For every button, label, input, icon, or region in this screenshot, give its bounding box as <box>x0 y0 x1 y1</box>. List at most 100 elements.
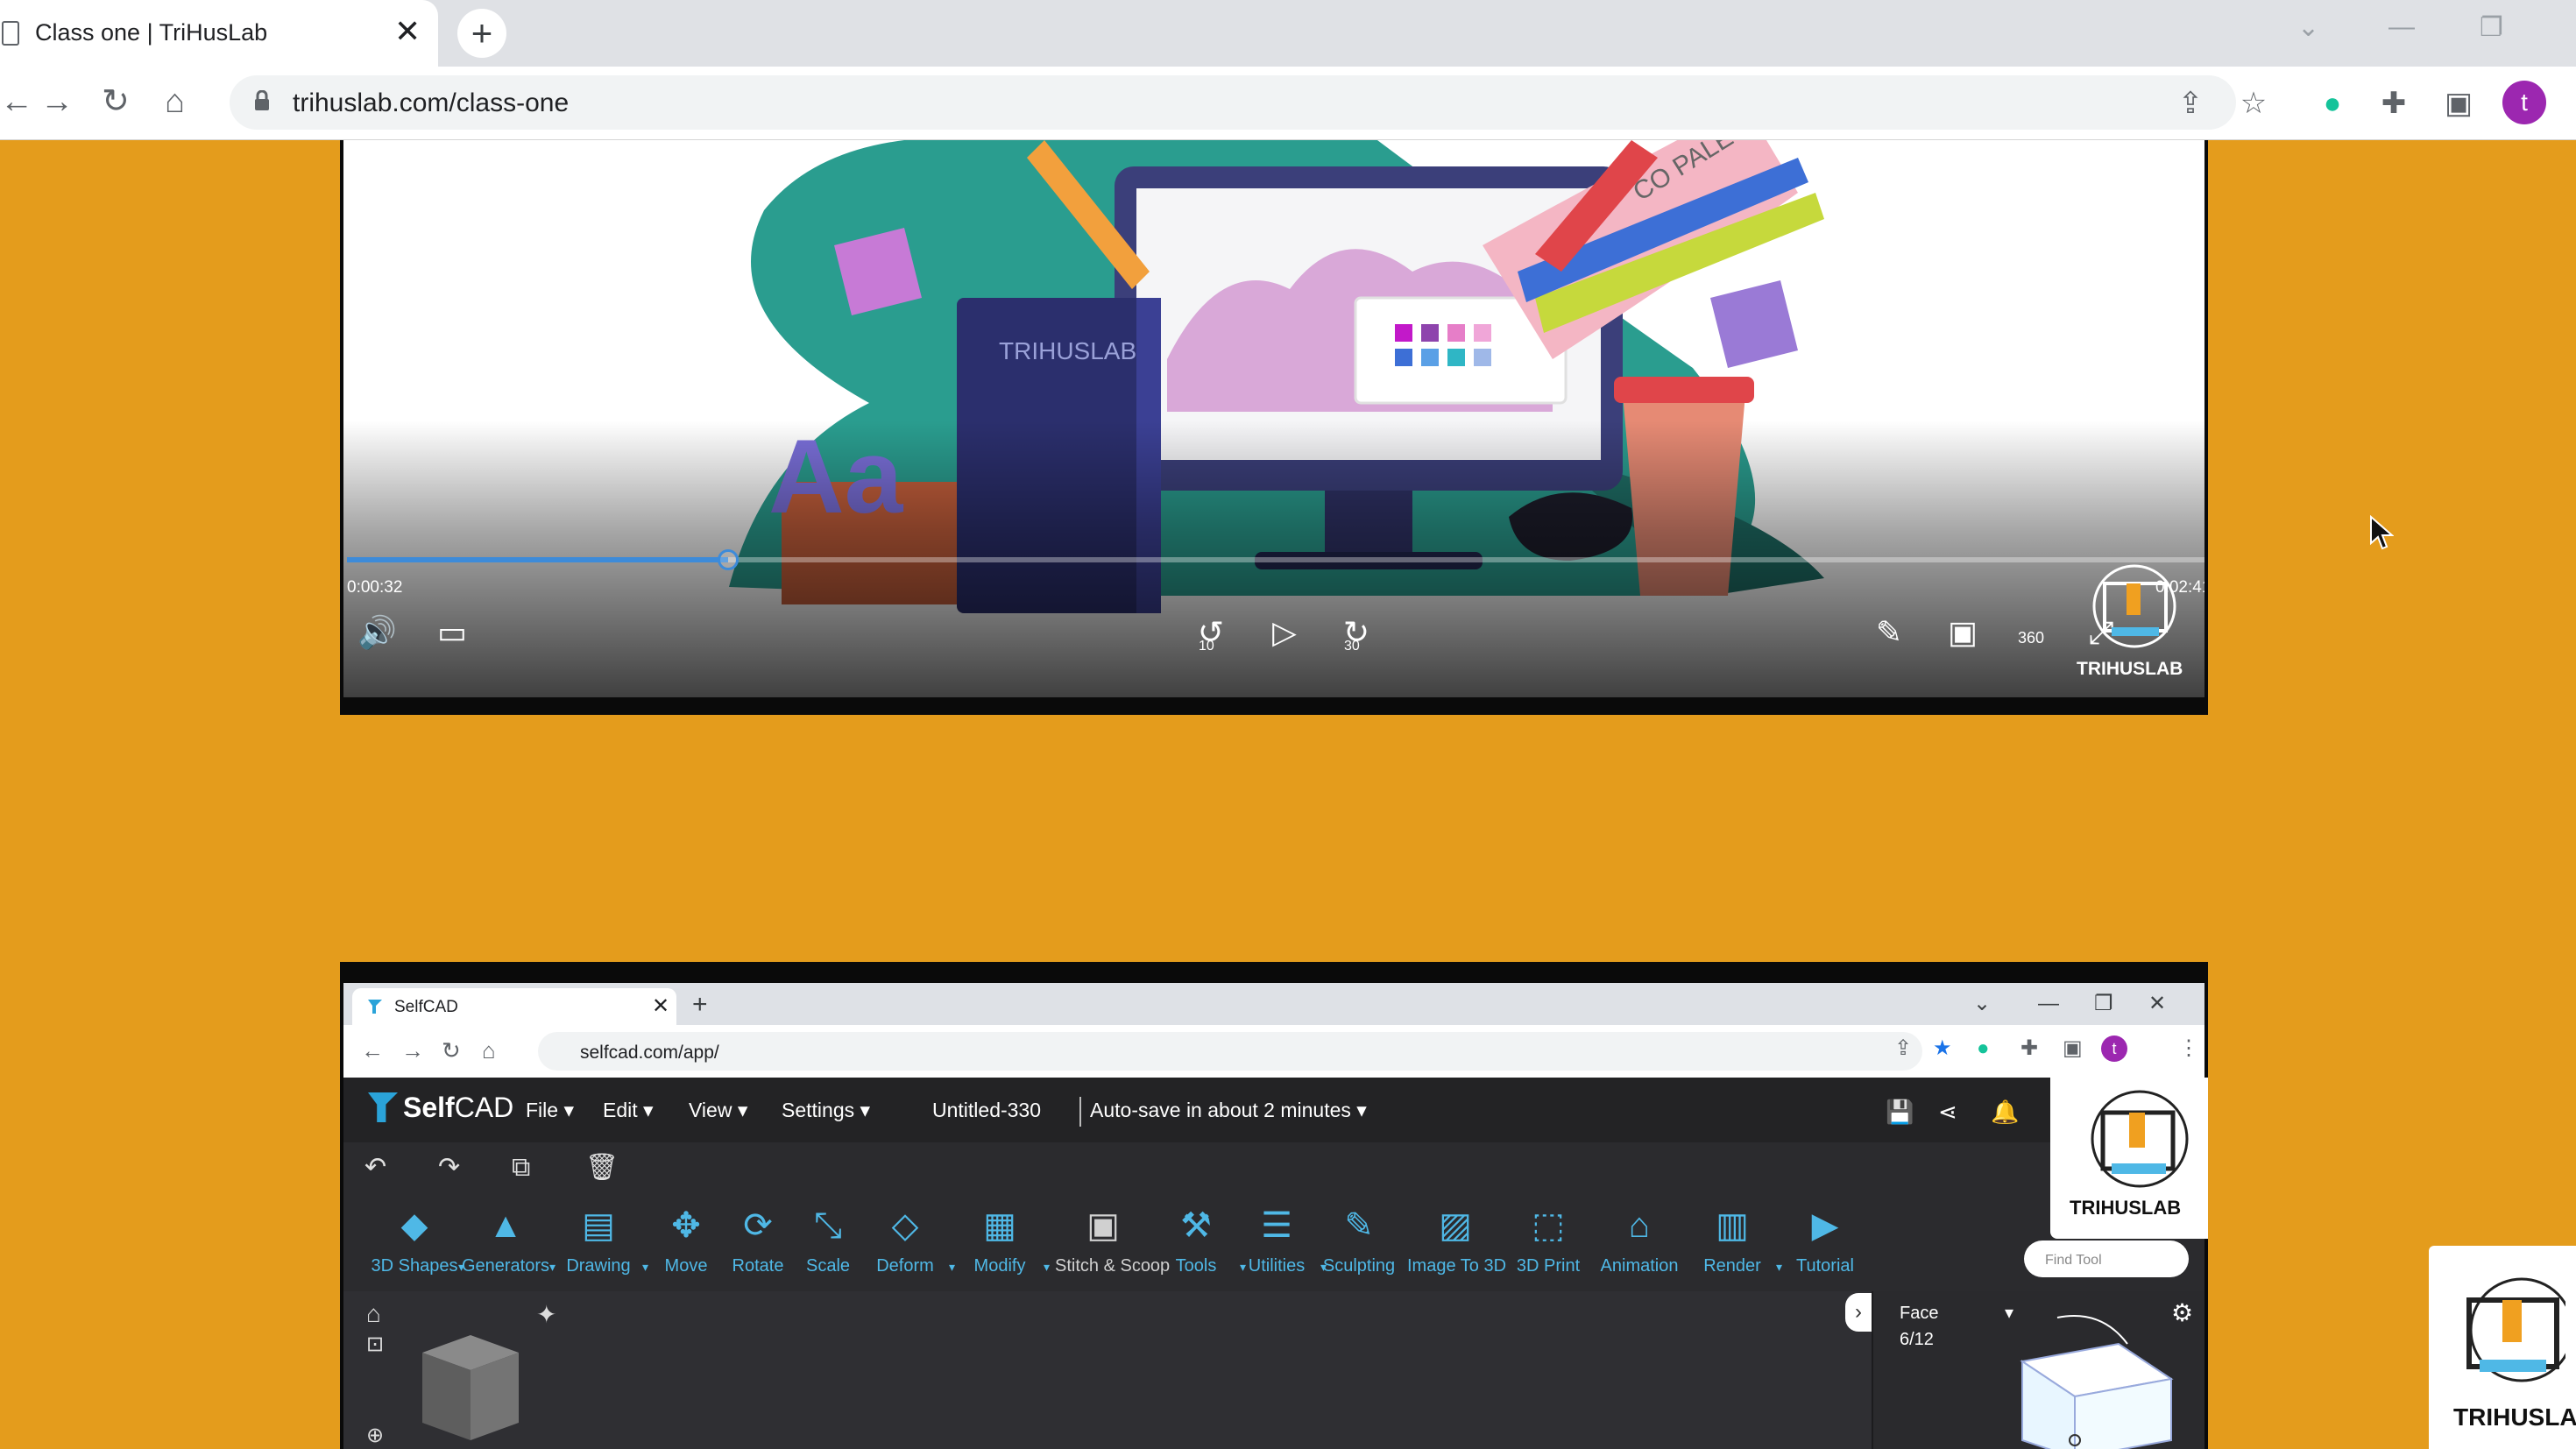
selfcad-3d-viewport[interactable]: ⌂ ⊡ ⊕ ✦ › Face ▾ 6/12 ⚙ <box>343 1291 2204 1449</box>
viewport-focus-icon[interactable]: ⊡ <box>366 1332 384 1357</box>
bookmark-star-icon[interactable]: ☆ <box>2234 84 2273 123</box>
rewind-10-button[interactable]: ↺ 10 <box>1188 613 1234 654</box>
browser-tab[interactable]: Class one | TriHusLab ✕ <box>0 0 438 67</box>
profile-avatar[interactable]: t <box>2502 81 2546 124</box>
ribbon-tool-3d-shapes[interactable]: ◆ 3D Shapes ▾ <box>366 1204 464 1276</box>
back-icon[interactable]: ← <box>0 82 33 121</box>
minimize-icon[interactable]: — <box>2388 12 2415 42</box>
menu-settings-label: Settings <box>782 1099 855 1121</box>
selfcad-reload-icon[interactable]: ↻ <box>442 1037 461 1064</box>
ribbon-tool-label: Modify <box>973 1256 1026 1276</box>
panel-toggle-chevron-icon[interactable]: › <box>1845 1293 1872 1332</box>
viewport-light-icon[interactable]: ✦ <box>536 1300 556 1329</box>
selfcad-back-icon[interactable]: ← <box>361 1037 384 1064</box>
share-nodes-icon[interactable]: ⋖ <box>1938 1099 1957 1126</box>
ribbon-tool-render[interactable]: ▥ Render ▾ <box>1684 1204 1782 1276</box>
ribbon-tool-3d-print[interactable]: ⬚ 3D Print <box>1500 1204 1596 1276</box>
selfcad-extensions-icon[interactable]: ✚ <box>2020 1036 2038 1062</box>
grammarly-extension-icon[interactable]: ● <box>2313 84 2352 123</box>
project-name[interactable]: Untitled-330 <box>932 1099 1041 1122</box>
redo-icon[interactable]: ↷ <box>438 1155 460 1181</box>
video-player[interactable]: TRIHUSLAB Aa CO PALE 0:00:32 0:02:41 🔊 ▭… <box>340 140 2208 715</box>
notification-bell-icon[interactable]: 🔔 <box>1991 1099 2019 1126</box>
menu-edit[interactable]: Edit ▾ <box>603 1099 654 1122</box>
viewport-home-icon[interactable]: ⌂ <box>366 1300 381 1328</box>
picture-in-picture-icon[interactable]: ▣ <box>1943 613 1982 652</box>
selfcad-profile-avatar[interactable]: t <box>2101 1036 2127 1062</box>
vr-360-button[interactable]: 360 <box>2012 613 2050 657</box>
selfcad-new-tab-button[interactable]: + <box>692 992 708 1018</box>
ribbon-tool-icon: ☰ <box>1261 1206 1292 1245</box>
share-icon[interactable]: ⇪ <box>2171 84 2210 123</box>
find-tool-input[interactable]: Find Tool <box>2024 1240 2189 1277</box>
page-favicon-icon <box>2 21 19 46</box>
selfcad-close-window-icon[interactable]: ✕ <box>2148 992 2166 1016</box>
ribbon-tool-sculpting[interactable]: ✎ Sculpting <box>1311 1204 1407 1276</box>
view-mode-label: Face <box>1900 1304 1939 1323</box>
viewport-orbit-icon[interactable]: ⊕ <box>366 1423 384 1448</box>
mini-view-cube-icon[interactable] <box>414 1326 527 1440</box>
selfcad-tab-search-icon[interactable]: ⌄ <box>1973 992 1991 1016</box>
forward-icon[interactable]: → <box>40 82 74 121</box>
menu-view[interactable]: View ▾ <box>689 1099 747 1122</box>
menu-file-label: File <box>526 1099 559 1121</box>
ribbon-tool-image-to-3d[interactable]: ▨ Image To 3D <box>1407 1204 1506 1276</box>
ribbon-tool-icon: ▦ <box>983 1206 1016 1245</box>
selfcad-minimize-icon[interactable]: — <box>2038 992 2059 1016</box>
ribbon-tool-generators[interactable]: ▲ Generators ▾ <box>457 1204 556 1276</box>
selfcad-close-tab-icon[interactable]: ✕ <box>652 993 669 1019</box>
menu-settings[interactable]: Settings ▾ <box>782 1099 870 1122</box>
menu-edit-label: Edit <box>603 1099 638 1121</box>
pencil-icon[interactable]: ✎ <box>1870 613 1908 652</box>
selfcad-logo-cad: CAD <box>454 1092 514 1123</box>
menu-file[interactable]: File ▾ <box>526 1099 574 1122</box>
ribbon-tool-icon: ◇ <box>891 1206 919 1245</box>
selfcad-home-icon[interactable]: ⌂ <box>482 1037 496 1064</box>
volume-icon[interactable]: 🔊 <box>357 613 397 652</box>
ribbon-tool-tutorial[interactable]: ▶ Tutorial <box>1777 1204 1873 1276</box>
autosave-status[interactable]: Auto-save in about 2 minutes ▾ <box>1090 1099 1367 1122</box>
save-icon[interactable]: 💾 <box>1886 1099 1914 1126</box>
close-tab-icon[interactable]: ✕ <box>394 14 421 49</box>
video-seek-handle[interactable] <box>717 549 739 570</box>
ribbon-tool-deform[interactable]: ◇ Deform ▾ <box>857 1204 955 1276</box>
extensions-puzzle-icon[interactable]: ✚ <box>2374 84 2413 123</box>
trash-icon[interactable]: 🗑 <box>585 1155 619 1181</box>
selfcad-address-bar[interactable]: selfcad.com/app/ <box>538 1032 1922 1071</box>
selfcad-restore-icon[interactable]: ❐ <box>2094 992 2113 1016</box>
ribbon-tool-icon: ▥ <box>1716 1206 1749 1245</box>
copy-icon[interactable]: ⧉ <box>512 1155 530 1181</box>
lock-icon <box>255 90 269 110</box>
selfcad-side-panel-icon[interactable]: ▣ <box>2063 1036 2083 1062</box>
selfcad-share-icon[interactable]: ⇪ <box>1894 1036 1912 1062</box>
selfcad-app: SelfCAD File ▾ Edit ▾ View ▾ Settings ▾ … <box>343 1078 2208 1449</box>
address-bar[interactable]: trihuslab.com/class-one <box>230 75 2236 130</box>
view-cube-icon[interactable] <box>1970 1309 2180 1449</box>
play-button[interactable]: ▷ <box>1265 613 1304 652</box>
home-icon[interactable]: ⌂ <box>165 82 185 121</box>
selfcad-forward-icon[interactable]: → <box>401 1037 424 1064</box>
forward-30-button[interactable]: ↻ 30 <box>1334 613 1379 654</box>
selfcad-browser-tab[interactable]: SelfCAD ✕ <box>352 988 676 1025</box>
side-panel-icon[interactable]: ▣ <box>2439 84 2478 123</box>
selfcad-bookmark-star-icon[interactable]: ★ <box>1933 1036 1952 1062</box>
ribbon-tool-icon: ⤡ <box>814 1206 842 1245</box>
video-current-time: 0:00:32 <box>347 578 403 597</box>
tab-search-chevron-icon[interactable]: ⌄ <box>2297 12 2319 43</box>
undo-icon[interactable]: ↶ <box>364 1155 386 1181</box>
ribbon-tool-drawing[interactable]: ▤ Drawing ▾ <box>550 1204 648 1276</box>
selfcad-more-menu-icon[interactable]: ⋮ <box>2178 1036 2199 1062</box>
captions-icon[interactable]: ▭ <box>433 613 471 652</box>
forward-30-label: 30 <box>1344 639 1360 654</box>
rewind-10-label: 10 <box>1199 639 1214 654</box>
selfcad-grammarly-icon[interactable]: ● <box>1977 1036 1990 1062</box>
reload-icon[interactable]: ↻ <box>102 82 130 121</box>
new-tab-button[interactable]: + <box>457 9 506 58</box>
ribbon-tool-stitch-scoop[interactable]: ▣ Stitch & Scoop <box>1055 1204 1170 1276</box>
ribbon-tool-modify[interactable]: ▦ Modify ▾ <box>952 1204 1050 1276</box>
video-seek-bar[interactable] <box>347 549 2204 570</box>
restore-icon[interactable]: ❐ <box>2480 12 2503 43</box>
ribbon-tool-animation[interactable]: ⌂ Animation <box>1591 1204 1688 1276</box>
selfcad-tab-title: SelfCAD <box>394 998 458 1016</box>
selfcad-logo-self: Self <box>403 1092 455 1123</box>
